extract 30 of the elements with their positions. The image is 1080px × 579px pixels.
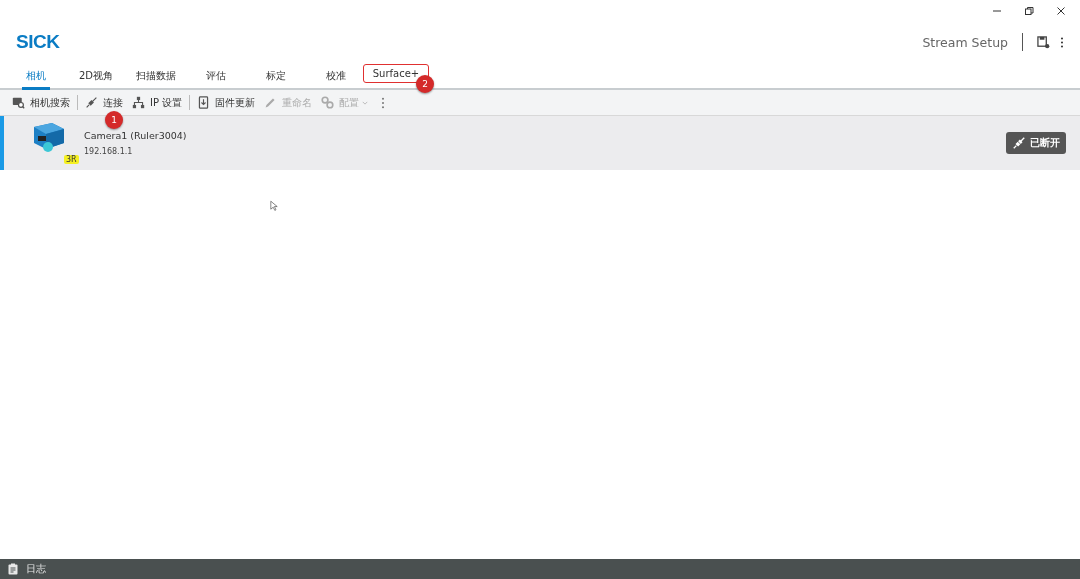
- tab[interactable]: 校准: [322, 64, 350, 88]
- close-icon[interactable]: [1056, 6, 1066, 16]
- tab[interactable]: 标定: [262, 64, 290, 88]
- caret-icon: [362, 100, 369, 105]
- tab[interactable]: 评估: [202, 64, 230, 88]
- step-marker: 2: [416, 75, 434, 93]
- clipboard-icon[interactable]: [8, 563, 18, 575]
- toolbar-button[interactable]: 相机搜索: [10, 93, 72, 112]
- toolbar-button[interactable]: 连接: [83, 93, 125, 112]
- model-badge: 3R: [64, 155, 79, 164]
- log-label[interactable]: 日志: [26, 562, 46, 576]
- save-settings-icon[interactable]: [1037, 35, 1050, 49]
- plug-icon: [85, 96, 98, 109]
- device-name: Camera1 (Ruler3004): [84, 130, 188, 141]
- logo: SICK: [16, 31, 60, 53]
- device-ip: 192.168.1.1: [84, 147, 134, 156]
- toolbar-button[interactable]: 固件更新: [195, 93, 258, 112]
- network-icon: [132, 96, 145, 109]
- restore-icon[interactable]: [1024, 6, 1034, 16]
- cursor-icon: [270, 200, 278, 212]
- toolbar-button[interactable]: IP 设置: [130, 93, 185, 112]
- tab[interactable]: 2D视角: [74, 64, 118, 88]
- more-icon[interactable]: [1060, 36, 1064, 48]
- step-marker: 1: [105, 110, 123, 129]
- disconnected-button[interactable]: 已断开: [1006, 132, 1066, 154]
- app-title: Stream Setup: [922, 34, 1008, 50]
- download-icon: [197, 96, 211, 109]
- plug-icon: [1012, 136, 1026, 150]
- tab[interactable]: 扫描数据: [132, 64, 180, 88]
- camera-search-icon: [12, 96, 25, 109]
